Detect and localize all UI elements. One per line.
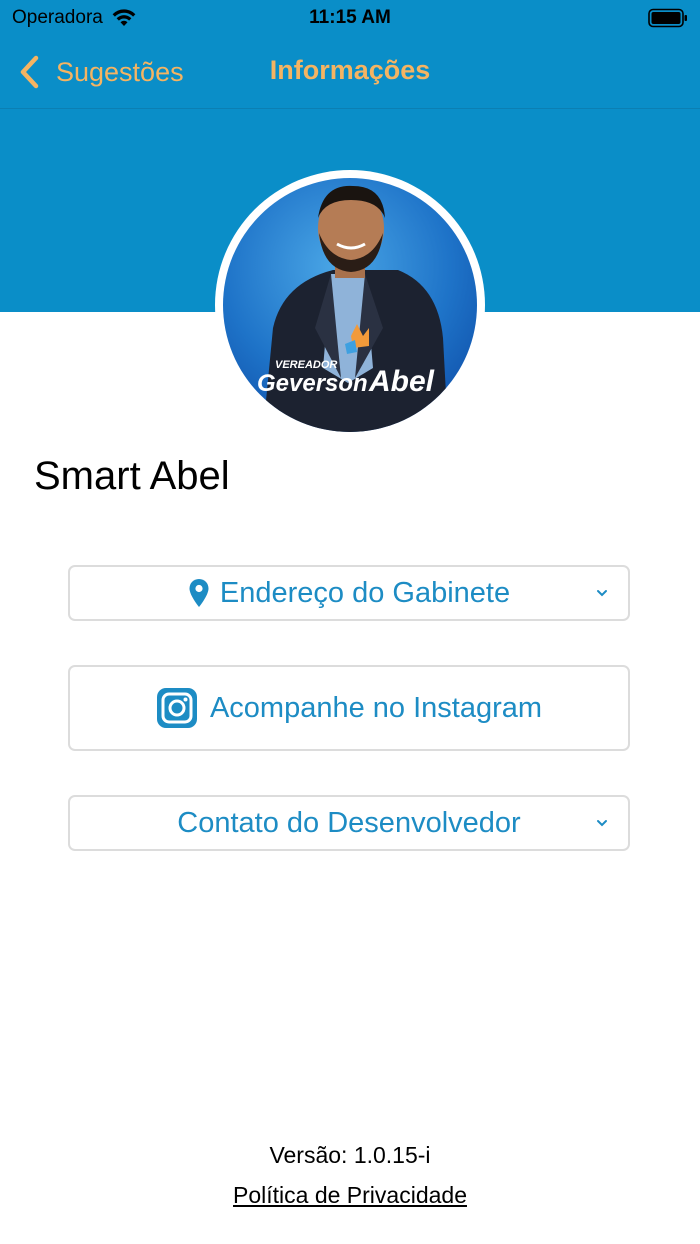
status-bar: Operadora 11:15 AM (0, 0, 700, 36)
version-text: Versão: 1.0.15-i (269, 1142, 431, 1168)
battery-icon (648, 8, 687, 28)
developer-contact-button[interactable]: Contato do Desenvolvedor (68, 795, 630, 851)
avatar: VEREADOR Geverson Abel (215, 170, 485, 440)
profile-name: Smart Abel (34, 454, 230, 498)
clock: 11:15 AM (309, 7, 391, 28)
chevron-down-icon (597, 590, 607, 597)
office-address-label: Endereço do Gabinete (219, 576, 511, 609)
office-address-button[interactable]: Endereço do Gabinete (68, 565, 630, 621)
instagram-label: Acompanhe no Instagram (209, 691, 543, 724)
instagram-button[interactable]: Acompanhe no Instagram (68, 665, 630, 751)
developer-contact-label: Contato do Desenvolvedor (177, 806, 521, 839)
navigation-bar: Sugestões Informações (0, 36, 700, 109)
privacy-policy-wrapper: Política de Privacidade (0, 1182, 700, 1209)
avatar-photo: VEREADOR Geverson Abel (223, 178, 477, 432)
instagram-content: Acompanhe no Instagram (70, 667, 628, 749)
office-address-content: Endereço do Gabinete (70, 567, 628, 619)
developer-contact-content: Contato do Desenvolvedor (70, 797, 628, 849)
screen: Operadora 11:15 AM Sugestões Informações (0, 0, 700, 1244)
pin-icon (189, 579, 209, 607)
instagram-icon (156, 688, 197, 728)
logo-first-name: Geverson (257, 370, 368, 397)
logo-last-name: Abel (368, 365, 435, 398)
privacy-policy-link[interactable]: Política de Privacidade (233, 1182, 467, 1208)
page-title: Informações (269, 55, 431, 85)
chevron-down-icon (597, 820, 607, 827)
